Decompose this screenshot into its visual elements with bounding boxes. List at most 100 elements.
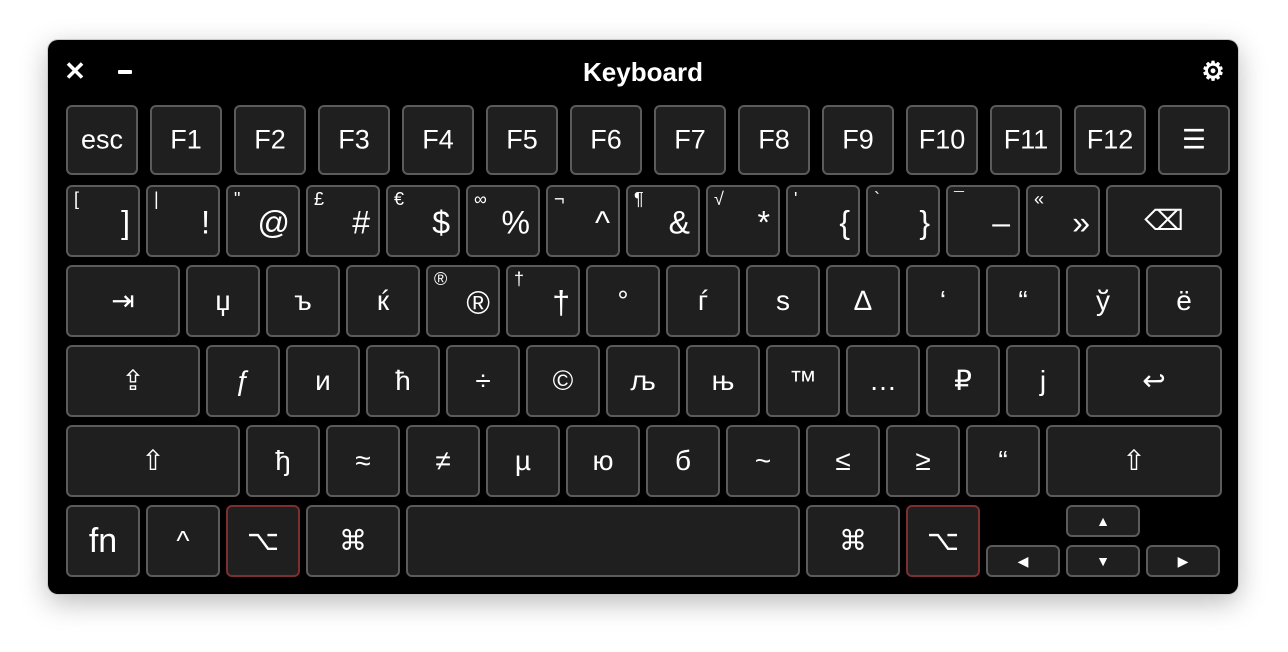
key-r[interactable]: ® ®: [426, 265, 500, 337]
key-z[interactable]: ђ: [246, 425, 320, 497]
key-f4[interactable]: F4: [402, 105, 474, 175]
key-secondary-label: «: [1034, 189, 1045, 209]
key-u[interactable]: ѓ: [666, 265, 740, 337]
key-3[interactable]: £ #: [306, 185, 380, 257]
key-n[interactable]: б: [646, 425, 720, 497]
key-arrow-right[interactable]: ▶: [1146, 545, 1220, 577]
key-label: }: [919, 204, 930, 241]
key-1[interactable]: |!: [146, 185, 220, 257]
key-d[interactable]: ћ: [366, 345, 440, 417]
key-period[interactable]: ≥: [886, 425, 960, 497]
gear-icon[interactable]: ⚙: [1198, 56, 1228, 86]
key-p[interactable]: ‘: [906, 265, 980, 337]
key-7[interactable]: ¶ &: [626, 185, 700, 257]
key-f10[interactable]: F10: [906, 105, 978, 175]
key-c[interactable]: ≠: [406, 425, 480, 497]
key-label: %: [501, 204, 530, 241]
key-5[interactable]: ∞%: [466, 185, 540, 257]
key-slash[interactable]: “: [966, 425, 1040, 497]
key-label: ё: [1176, 285, 1192, 316]
key-6[interactable]: ¬ ^: [546, 185, 620, 257]
key-v[interactable]: µ: [486, 425, 560, 497]
key-delete[interactable]: ⌫: [1106, 185, 1222, 257]
key-arrow-up[interactable]: ▲: [1066, 505, 1140, 537]
key-equals[interactable]: «»: [1026, 185, 1100, 257]
key-bracket[interactable]: []: [66, 185, 140, 257]
key-y[interactable]: °: [586, 265, 660, 337]
key-f2[interactable]: F2: [234, 105, 306, 175]
key-i[interactable]: s: [746, 265, 820, 337]
key-f12[interactable]: F12: [1074, 105, 1146, 175]
key-option-left[interactable]: ⌥: [226, 505, 300, 577]
key-label: б: [674, 445, 692, 476]
key-label: ]: [121, 204, 130, 241]
key-left-bracket[interactable]: “: [986, 265, 1060, 337]
key-f1[interactable]: F1: [150, 105, 222, 175]
key-a[interactable]: ƒ: [206, 345, 280, 417]
key-command-left[interactable]: ⌘: [306, 505, 400, 577]
key-fn[interactable]: fn: [66, 505, 140, 577]
key-g[interactable]: ©: [526, 345, 600, 417]
key-minus[interactable]: ¯ –: [946, 185, 1020, 257]
key-x[interactable]: ≈: [326, 425, 400, 497]
key-label: ÷: [475, 365, 491, 396]
key-tab[interactable]: ⇥: [66, 265, 180, 337]
key-t[interactable]: † †: [506, 265, 580, 337]
key-secondary-label: ¬: [554, 189, 565, 209]
command-icon: ⌘: [839, 525, 867, 556]
key-label: ₽: [954, 365, 972, 396]
key-j[interactable]: њ: [686, 345, 760, 417]
key-quote[interactable]: j: [1006, 345, 1080, 417]
key-h[interactable]: љ: [606, 345, 680, 417]
key-space[interactable]: [406, 505, 800, 577]
key-return[interactable]: ↩: [1086, 345, 1222, 417]
key-label: °: [617, 285, 629, 316]
key-label: ≥: [915, 445, 931, 476]
key-l[interactable]: …: [846, 345, 920, 417]
key-b[interactable]: ю: [566, 425, 640, 497]
key-backslash[interactable]: ё: [1146, 265, 1222, 337]
key-label: j: [1039, 365, 1047, 396]
key-control[interactable]: ^: [146, 505, 220, 577]
key-secondary-label: ': [794, 189, 798, 209]
key-arrow-down[interactable]: ▼: [1066, 545, 1140, 577]
key-label: ®: [466, 284, 490, 321]
key-0[interactable]: `}: [866, 185, 940, 257]
command-icon: ⌘: [339, 525, 367, 556]
key-m[interactable]: ~: [726, 425, 800, 497]
key-q[interactable]: џ: [186, 265, 260, 337]
key-4[interactable]: € $: [386, 185, 460, 257]
key-esc[interactable]: esc: [66, 105, 138, 175]
key-label: љ: [630, 365, 656, 396]
key-command-right[interactable]: ⌘: [806, 505, 900, 577]
key-label: F3: [338, 124, 370, 155]
key-f6[interactable]: F6: [570, 105, 642, 175]
key-secondary-label: ®: [434, 269, 448, 289]
key-label: F4: [422, 124, 454, 155]
key-f8[interactable]: F8: [738, 105, 810, 175]
key-s[interactable]: и: [286, 345, 360, 417]
key-f9[interactable]: F9: [822, 105, 894, 175]
key-f11[interactable]: F11: [990, 105, 1062, 175]
key-9[interactable]: '{: [786, 185, 860, 257]
key-e[interactable]: ќ: [346, 265, 420, 337]
key-shift-right[interactable]: ⇧: [1046, 425, 1222, 497]
key-right-bracket[interactable]: ў: [1066, 265, 1140, 337]
key-semicolon[interactable]: ₽: [926, 345, 1000, 417]
key-arrow-left[interactable]: ◀: [986, 545, 1060, 577]
key-f[interactable]: ÷: [446, 345, 520, 417]
key-2[interactable]: " @: [226, 185, 300, 257]
key-8[interactable]: √ *: [706, 185, 780, 257]
key-f7[interactable]: F7: [654, 105, 726, 175]
key-caps-lock[interactable]: ⇪: [66, 345, 200, 417]
key-f3[interactable]: F3: [318, 105, 390, 175]
key-w[interactable]: ъ: [266, 265, 340, 337]
key-k[interactable]: ™: [766, 345, 840, 417]
key-o[interactable]: ∆: [826, 265, 900, 337]
key-shift-left[interactable]: ⇧: [66, 425, 240, 497]
key-label: ћ: [395, 365, 411, 396]
key-menu[interactable]: ☰: [1158, 105, 1230, 175]
key-option-right[interactable]: ⌥: [906, 505, 980, 577]
key-f5[interactable]: F5: [486, 105, 558, 175]
key-comma[interactable]: ≤: [806, 425, 880, 497]
